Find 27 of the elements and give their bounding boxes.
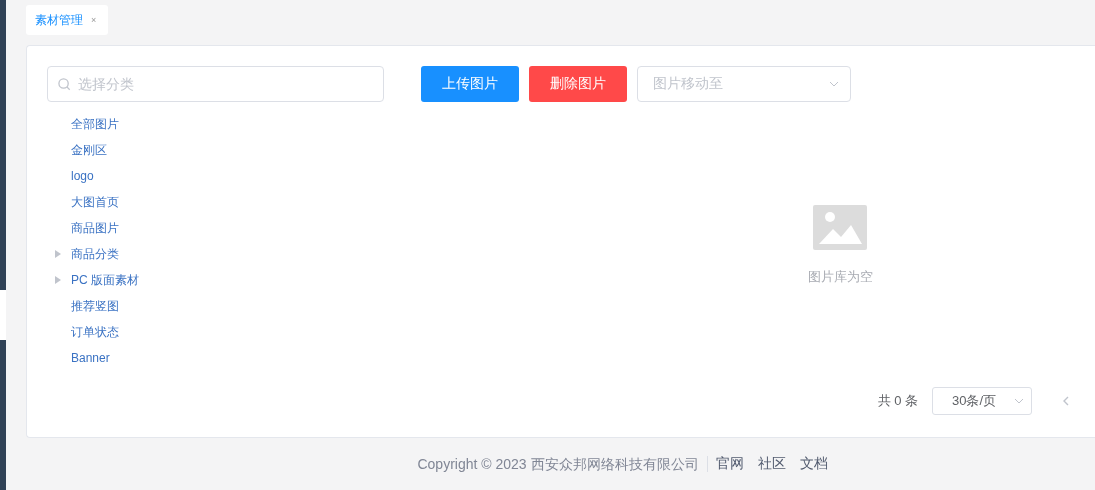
chevron-left-icon[interactable] bbox=[1062, 396, 1070, 406]
tree-item[interactable]: PC 版面素材 bbox=[71, 271, 139, 289]
footer-link[interactable]: 文档 bbox=[799, 455, 828, 473]
tree-item[interactable]: 全部图片 bbox=[71, 115, 119, 133]
empty-message: 图片库为空 bbox=[807, 268, 873, 286]
tree-item[interactable]: 订单状态 bbox=[71, 323, 119, 341]
tree-item[interactable]: 推荐竖图 bbox=[71, 297, 119, 315]
action-button[interactable]: 上传图片 bbox=[421, 66, 519, 102]
tree-item[interactable]: 金刚区 bbox=[71, 141, 107, 159]
tree-item[interactable]: 大图首页 bbox=[71, 193, 119, 211]
tree-item[interactable]: 商品分类 bbox=[71, 245, 119, 263]
tree-item[interactable]: Banner bbox=[71, 351, 110, 365]
caret-icon[interactable] bbox=[55, 250, 61, 258]
copyright-text: Copyright © 2023 西安众邦网络科技有限公司 bbox=[417, 456, 708, 472]
search-field[interactable]: 选择分类 bbox=[47, 66, 384, 102]
search-icon bbox=[58, 78, 71, 91]
action-button[interactable]: 删除图片 bbox=[529, 66, 627, 102]
close-icon[interactable]: × bbox=[91, 15, 97, 25]
page-tab[interactable]: 素材管理 × bbox=[26, 5, 109, 35]
tree-item[interactable]: 商品图片 bbox=[71, 219, 119, 237]
footer-link[interactable]: 社区 bbox=[757, 455, 786, 473]
footer-link[interactable]: 官网 bbox=[715, 455, 744, 473]
page-size-select[interactable]: 30条/页 bbox=[932, 387, 1032, 415]
total-count: 共 0 条 bbox=[877, 392, 918, 410]
caret-icon[interactable] bbox=[55, 276, 61, 284]
tree-item[interactable]: logo bbox=[71, 169, 94, 183]
image-placeholder-icon bbox=[813, 205, 867, 250]
